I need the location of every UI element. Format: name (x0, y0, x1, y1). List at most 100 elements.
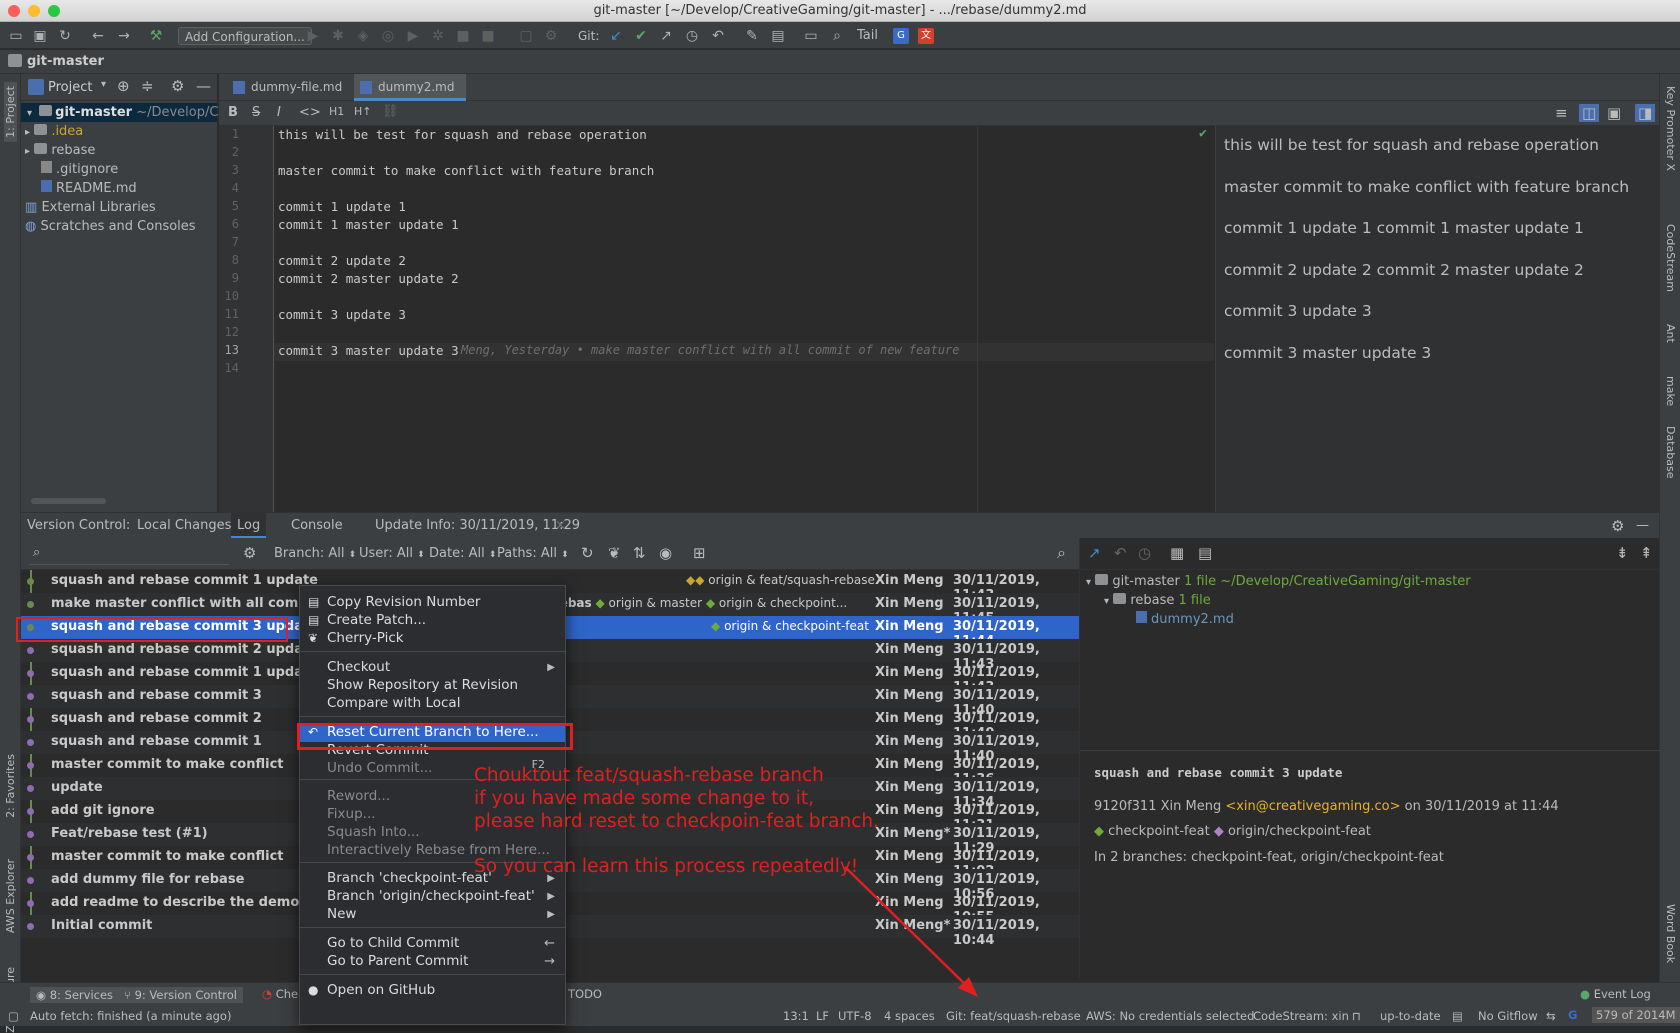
breadcrumb-project[interactable]: git-master (27, 54, 104, 69)
revert-icon[interactable]: ↶ (1114, 544, 1127, 562)
terminal-icon[interactable]: ▭ (803, 28, 819, 44)
run-concurrency-icon[interactable]: ▶ (405, 28, 421, 44)
split-view-icon[interactable]: ◫ (1579, 104, 1600, 122)
changes-tree-folder[interactable]: ▾ rebase 1 file (1104, 591, 1211, 610)
make-tool-button[interactable]: make (1664, 376, 1677, 406)
sort-icon[interactable]: ⇅ (633, 544, 646, 562)
codestream-widget[interactable]: CodeStream: xin (1253, 1009, 1349, 1023)
back-icon[interactable]: ← (90, 28, 106, 44)
menu-item-compare-with-local[interactable]: Compare with Local (300, 694, 565, 713)
open-folder-icon[interactable]: ▭ (8, 28, 24, 44)
git-rollback-icon[interactable]: ↶ (710, 28, 726, 44)
group-by-icon[interactable]: ▦ (1170, 544, 1184, 562)
stop-all-icon[interactable]: ■ (480, 28, 496, 44)
show-diff-icon[interactable]: ↗ (1088, 544, 1101, 562)
line-separator[interactable]: LF (816, 1009, 829, 1023)
italic-button[interactable]: I (277, 105, 281, 120)
changes-tree-root[interactable]: ▾ git-master 1 file ~/Develop/CreativeGa… (1086, 572, 1471, 591)
project-view-selector[interactable]: Project (48, 80, 92, 95)
deploy-icon[interactable]: ⚙ (543, 28, 559, 44)
paths-filter[interactable]: Paths: All ⬍ (497, 546, 569, 561)
git-commit-icon[interactable]: ✔ (633, 28, 649, 44)
branches-panel-icon[interactable]: ⊞ (693, 544, 706, 562)
gear-icon[interactable]: ⚙ (171, 77, 184, 95)
codestream-tool-button[interactable]: CodeStream (1664, 224, 1677, 292)
strikethrough-button[interactable]: S (252, 105, 260, 120)
git-sync-icon[interactable]: ⇆ (1546, 1009, 1556, 1023)
tree-item-scratches[interactable]: ◍ Scratches and Consoles (25, 217, 196, 236)
event-log-button[interactable]: ● Event Log (1580, 987, 1651, 1001)
aws-explorer-tool-button[interactable]: AWS Explorer (4, 859, 17, 933)
menu-item-cherry-pick[interactable]: ❦ Cherry-Pick (300, 629, 565, 648)
locate-icon[interactable]: ⊕ (117, 77, 130, 95)
cherry-pick-icon[interactable]: ❦ (608, 544, 621, 562)
project-tool-button[interactable]: 1: Project (4, 82, 17, 142)
hide-panel-icon[interactable]: — (1636, 513, 1649, 539)
view-options-eye-icon[interactable]: ◉ (659, 544, 672, 562)
key-promoter-tool-button[interactable]: Key Promoter X (1664, 86, 1677, 171)
add-configuration-button[interactable]: Add Configuration... (178, 27, 312, 45)
hide-panel-icon[interactable]: — (196, 77, 211, 95)
gitflow-widget[interactable]: No Gitflow (1478, 1009, 1538, 1023)
layout-icon[interactable]: ▤ (1198, 544, 1212, 562)
tab-dummy-file[interactable]: dummy-file.md × (227, 74, 350, 121)
preview-only-icon[interactable]: ▣ (1607, 104, 1621, 122)
tree-item-external-libraries[interactable]: ▥ External Libraries (25, 198, 156, 217)
minimize-window-button[interactable] (28, 5, 40, 17)
save-icon[interactable]: ▣ (32, 28, 48, 44)
tree-item-git-master[interactable]: ▾ git-master ~/Develop/Creat (21, 103, 245, 122)
project-structure-icon[interactable]: ▤ (770, 28, 786, 44)
refresh-icon[interactable]: ↻ (581, 544, 594, 562)
tab-console[interactable]: Console (291, 513, 343, 539)
todo-tool-button[interactable]: TODO (568, 987, 602, 1001)
attach-debugger-icon[interactable]: ✲ (430, 28, 446, 44)
git-branch-widget[interactable]: Git: feat/squash-rebase (946, 1009, 1081, 1023)
close-window-button[interactable] (8, 5, 20, 17)
menu-item-new[interactable]: New ▶ (300, 905, 565, 924)
menu-item-create-patch[interactable]: ▤ Create Patch... (300, 611, 565, 630)
layout-toggle-icon[interactable]: ◨ (1635, 104, 1656, 122)
tab-update-info[interactable]: Update Info: 30/11/2019, 11:29 (375, 513, 580, 539)
search-everywhere-icon[interactable]: ⌕ (829, 28, 845, 44)
settings-wrench-icon[interactable]: ✎ (744, 28, 760, 44)
menu-item-go-to-child-commit[interactable]: Go to Child Commit ← (300, 934, 565, 953)
log-search-input[interactable]: ⌕ (29, 543, 229, 565)
google-icon[interactable]: G (1568, 1008, 1577, 1022)
bold-button[interactable]: B (228, 105, 238, 120)
git-push-icon[interactable]: ↗ (658, 28, 674, 44)
services-tool-button[interactable]: ◉ 8: Services (30, 987, 120, 1003)
up-to-date-widget[interactable]: up-to-date (1380, 1009, 1441, 1023)
cursor-position[interactable]: 13:1 (783, 1009, 809, 1023)
tree-item-idea[interactable]: ▸ .idea (25, 122, 83, 141)
collapse-all-icon[interactable]: ⇞ (1640, 544, 1653, 562)
expand-all-icon[interactable]: ⇟ (1616, 544, 1629, 562)
device-icon[interactable]: ▢ (518, 28, 534, 44)
sync-icon[interactable]: ↻ (57, 28, 73, 44)
lock-icon[interactable]: ⊓ (1352, 1009, 1361, 1023)
user-filter[interactable]: User: All ⬍ (359, 546, 425, 561)
che-tool-button[interactable]: ◔ Che (262, 987, 298, 1001)
close-tab-icon[interactable]: × (555, 513, 566, 539)
header-button[interactable]: H1 (329, 105, 344, 118)
debug-icon[interactable]: ✱ (330, 28, 346, 44)
tab-dummy2[interactable]: dummy2.md × (354, 74, 466, 121)
branch-filter[interactable]: Branch: All ⬍ (274, 546, 356, 561)
tab-log[interactable]: Log (231, 513, 267, 539)
git-update-icon[interactable]: ↙ (608, 28, 624, 44)
git-history-icon[interactable]: ◷ (684, 28, 700, 44)
aws-credentials-widget[interactable]: AWS: No credentials selected (1086, 1009, 1254, 1023)
tree-item-readme[interactable]: README.md (41, 179, 137, 198)
profile-icon[interactable]: ◎ (380, 28, 396, 44)
stop-icon[interactable]: ■ (455, 28, 471, 44)
menu-item-open-on-github[interactable]: ● Open on GitHub (300, 981, 565, 1000)
chevron-down-icon[interactable]: ▾ (101, 79, 106, 90)
database-tool-button[interactable]: Database (1664, 426, 1677, 479)
version-control-tool-button[interactable]: ⑂ 9: Version Control (118, 987, 243, 1003)
memory-indicator[interactable]: 579 of 2014M (1592, 1007, 1680, 1023)
tab-local-changes[interactable]: Local Changes (137, 513, 231, 539)
run-icon[interactable]: ▶ (305, 28, 321, 44)
tail-button[interactable]: Tail (857, 27, 878, 45)
forward-icon[interactable]: → (116, 28, 132, 44)
maximize-window-button[interactable] (48, 5, 60, 17)
translate-icon[interactable]: G (893, 28, 909, 44)
